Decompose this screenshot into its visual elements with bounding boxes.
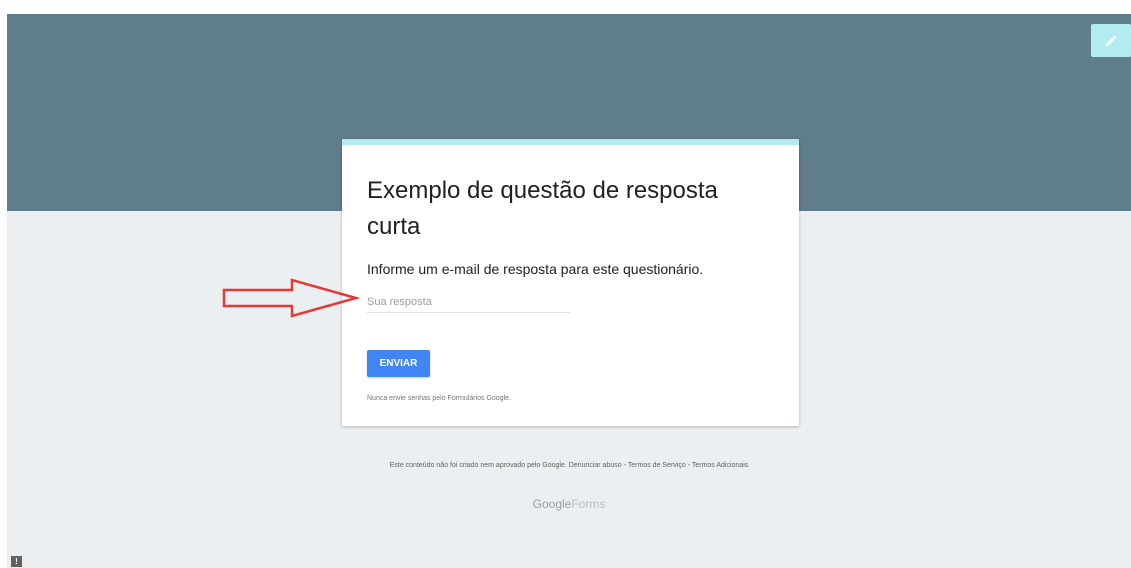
disclaimer-text: Este conteúdo não foi criado nem aprovad…	[389, 462, 567, 469]
annotation-arrow	[222, 278, 361, 318]
report-abuse-link[interactable]: Denunciar abuso	[569, 462, 622, 469]
terms-link[interactable]: Termos de Serviço	[628, 462, 686, 469]
edit-icon	[1105, 35, 1117, 46]
answer-input[interactable]	[367, 292, 570, 313]
footer-disclaimer: Este conteúdo não foi criado nem aprovad…	[347, 461, 791, 470]
google-forms-logo[interactable]: GoogleForms	[347, 497, 791, 511]
edit-theme-button[interactable]	[1091, 24, 1131, 57]
form-page: Exemplo de questão de resposta curta Inf…	[7, 14, 1131, 568]
report-icon[interactable]: !	[11, 556, 22, 567]
additional-terms-link[interactable]: Termos Adicionais	[692, 462, 748, 469]
form-title: Exemplo de questão de resposta curta	[367, 177, 718, 240]
brand-google: Google	[532, 497, 572, 511]
password-warning: Nunca envie senhas pelo Formulários Goog…	[367, 395, 511, 402]
question-text: Informe um e-mail de resposta para este …	[367, 261, 704, 277]
submit-button[interactable]: ENVIAR	[367, 350, 430, 377]
brand-forms: Forms	[571, 497, 606, 511]
form-card: Exemplo de questão de resposta curta Inf…	[342, 139, 799, 426]
